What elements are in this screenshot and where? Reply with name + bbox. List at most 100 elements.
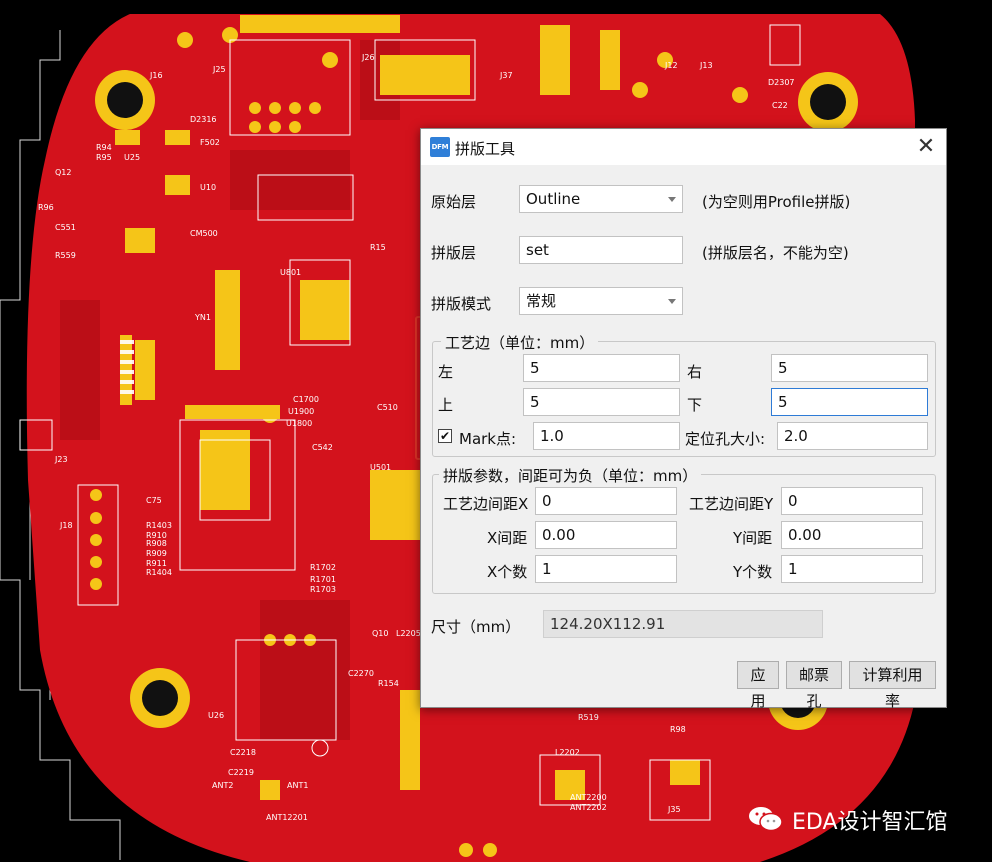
y-gap-input[interactable]: 0.00 [781, 521, 923, 549]
svg-text:F502: F502 [200, 138, 220, 147]
svg-text:J26: J26 [361, 53, 375, 62]
panel-layer-input[interactable]: set [519, 236, 683, 264]
close-icon[interactable]: ✕ [912, 133, 940, 161]
bottom-input[interactable]: 5 [771, 388, 928, 416]
mark-size-input[interactable]: 1.0 [533, 422, 680, 450]
svg-text:R94: R94 [96, 143, 112, 152]
svg-text:R154: R154 [378, 679, 399, 688]
hole-size-label: 定位孔大小: [685, 430, 766, 448]
process-edge-legend: 工艺边（单位：mm） [441, 332, 599, 353]
chevron-down-icon [668, 197, 676, 202]
svg-text:R15: R15 [370, 243, 386, 252]
stamp-hole-button[interactable]: 邮票孔 [786, 661, 842, 710]
svg-text:R1404: R1404 [146, 568, 172, 577]
edge-gap-y-label: 工艺边间距Y [689, 495, 774, 513]
svg-text:R98: R98 [670, 725, 686, 734]
watermark-text: EDA设计智汇馆 [792, 810, 948, 835]
svg-text:D2307: D2307 [768, 78, 795, 87]
svg-text:R96: R96 [38, 203, 54, 212]
svg-text:ANT1: ANT1 [287, 781, 308, 790]
edge-gap-x-label: 工艺边间距X [443, 495, 529, 513]
svg-text:R1701: R1701 [310, 575, 336, 584]
svg-text:U26: U26 [208, 711, 224, 720]
size-readout: 124.20X112.91 [543, 610, 823, 638]
x-gap-label: X间距 [487, 529, 528, 547]
dfm-app-icon: DFM [430, 137, 450, 157]
svg-text:R95: R95 [96, 153, 112, 162]
svg-text:U1900: U1900 [288, 407, 314, 416]
svg-text:J37: J37 [499, 71, 513, 80]
y-gap-label: Y间距 [733, 529, 773, 547]
svg-text:R559: R559 [55, 251, 76, 260]
svg-text:R1702: R1702 [310, 563, 336, 572]
svg-text:Q10: Q10 [372, 629, 388, 638]
panel-layer-label: 拼版层 [431, 244, 477, 262]
svg-text:ANT2202: ANT2202 [570, 803, 607, 812]
top-label: 上 [438, 396, 454, 414]
x-count-input[interactable]: 1 [535, 555, 677, 583]
svg-text:U10: U10 [200, 183, 216, 192]
edge-gap-y-input[interactable]: 0 [781, 487, 923, 515]
svg-text:J23: J23 [54, 455, 68, 464]
svg-text:U25: U25 [124, 153, 140, 162]
svg-text:J12: J12 [664, 61, 678, 70]
panel-mode-select[interactable]: 常规 [519, 287, 683, 315]
chevron-down-icon [668, 299, 676, 304]
right-input[interactable]: 5 [771, 354, 928, 382]
svg-text:R911: R911 [146, 559, 167, 568]
title-bar[interactable]: DFM 拼版工具 ✕ [421, 129, 946, 165]
svg-text:U801: U801 [280, 268, 301, 277]
y-count-input[interactable]: 1 [781, 555, 923, 583]
svg-text:L2205: L2205 [396, 629, 421, 638]
orig-layer-select[interactable]: Outline [519, 185, 683, 213]
panel-layer-hint: (拼版层名，不能为空) [702, 244, 849, 262]
top-input[interactable]: 5 [523, 388, 680, 416]
svg-text:C2218: C2218 [230, 748, 256, 757]
panel-mode-label: 拼版模式 [431, 295, 492, 313]
svg-text:J18: J18 [59, 521, 73, 530]
panel-mode-value: 常规 [526, 292, 557, 310]
edge-gap-x-input[interactable]: 0 [535, 487, 677, 515]
checkmark-icon: ✔ [439, 429, 451, 443]
svg-text:C22: C22 [772, 101, 788, 110]
bottom-label: 下 [687, 396, 703, 414]
svg-text:R1703: R1703 [310, 585, 336, 594]
mark-checkbox[interactable]: ✔ [438, 429, 452, 443]
panelization-dialog: DFM 拼版工具 ✕ 原始层 Outline (为空则用Profile拼版) 拼… [420, 128, 947, 710]
left-label: 左 [438, 363, 454, 381]
x-gap-input[interactable]: 0.00 [535, 521, 677, 549]
svg-text:J25: J25 [212, 65, 226, 74]
svg-text:ANT2200: ANT2200 [570, 793, 607, 802]
y-count-label: Y个数 [733, 563, 773, 581]
size-label: 尺寸（mm） [431, 618, 521, 636]
svg-text:C75: C75 [146, 496, 162, 505]
svg-text:ANT12201: ANT12201 [266, 813, 308, 822]
svg-text:U501: U501 [370, 463, 391, 472]
svg-text:R908: R908 [146, 539, 167, 548]
svg-text:R1403: R1403 [146, 521, 172, 530]
apply-button[interactable]: 应用 [737, 661, 779, 710]
svg-text:J16: J16 [149, 71, 163, 80]
mark-label: Mark点: [459, 430, 517, 448]
svg-text:U1800: U1800 [286, 419, 312, 428]
svg-text:C551: C551 [55, 223, 76, 232]
wechat-icon [749, 807, 783, 832]
svg-text:J13: J13 [699, 61, 713, 70]
svg-text:D2316: D2316 [190, 115, 217, 124]
svg-text:L2202: L2202 [555, 748, 580, 757]
svg-text:Q12: Q12 [55, 168, 71, 177]
orig-layer-value: Outline [526, 190, 581, 208]
orig-layer-hint: (为空则用Profile拼版) [702, 193, 851, 211]
svg-text:C2219: C2219 [228, 768, 254, 777]
svg-text:R909: R909 [146, 549, 167, 558]
left-input[interactable]: 5 [523, 354, 680, 382]
svg-text:C510: C510 [377, 403, 398, 412]
svg-text:C1700: C1700 [293, 395, 319, 404]
dialog-title: 拼版工具 [455, 140, 516, 158]
calc-utilization-button[interactable]: 计算利用率 [849, 661, 936, 710]
hole-size-input[interactable]: 2.0 [777, 422, 928, 450]
svg-text:R519: R519 [578, 713, 599, 722]
right-label: 右 [687, 363, 703, 381]
svg-text:J35: J35 [667, 805, 681, 814]
svg-text:C2270: C2270 [348, 669, 374, 678]
